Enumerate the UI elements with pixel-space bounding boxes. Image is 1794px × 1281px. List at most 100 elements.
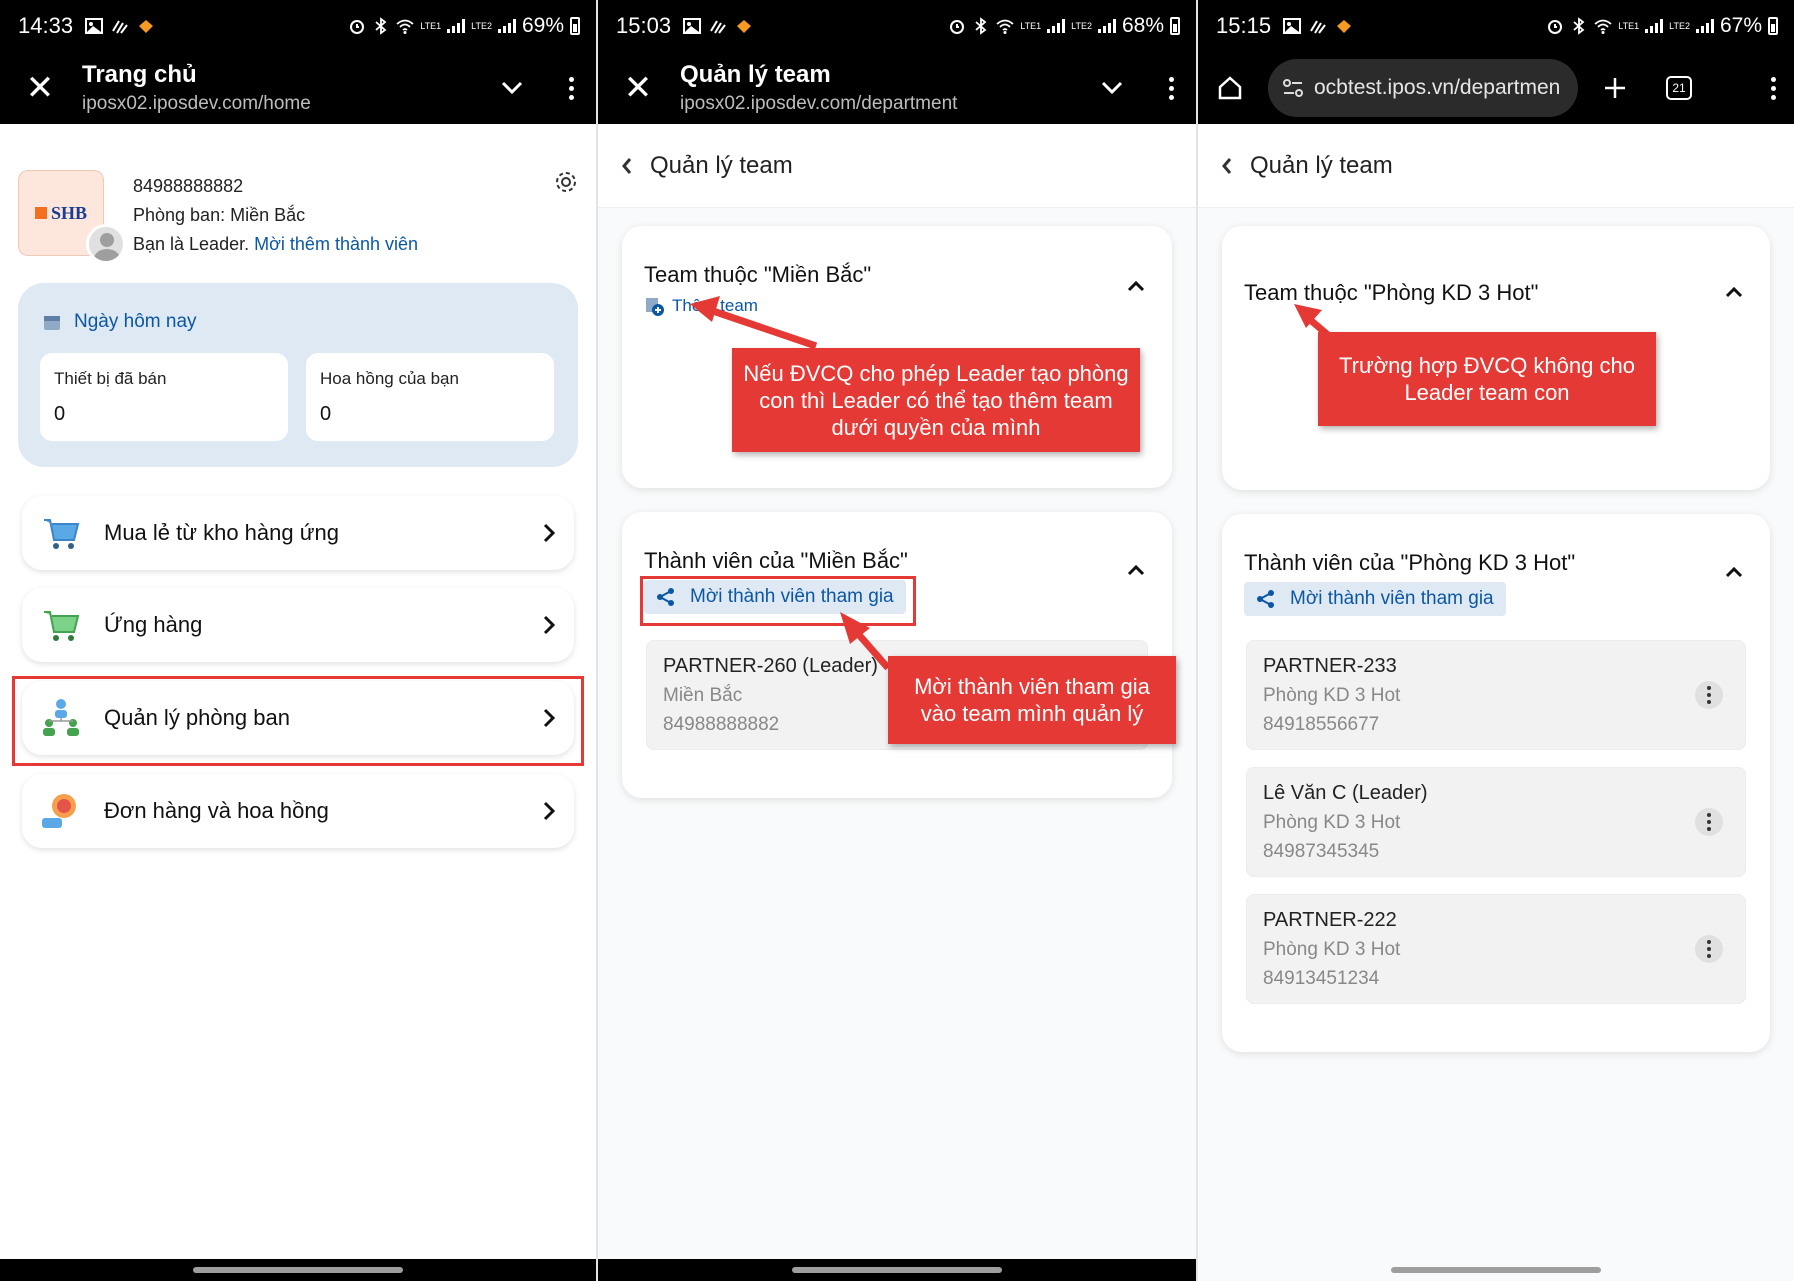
member-options-icon[interactable]	[1695, 681, 1723, 709]
page-header: Quản lý team	[1198, 124, 1794, 208]
nfc-icon	[710, 20, 726, 34]
profile-header: SHB 84988888882 Phòng ban: Miền Bắc Bạn …	[18, 170, 578, 270]
appbar-url: iposx02.iposdev.com/home	[82, 93, 311, 114]
app-notification-icon	[737, 20, 752, 33]
battery-percent: 68%	[1121, 14, 1164, 37]
member-dept: Phòng KD 3 Hot	[1263, 939, 1401, 960]
page-title: Quản lý team	[1250, 151, 1393, 179]
add-team-button[interactable]: Thêm team	[644, 296, 758, 316]
more-menu-icon[interactable]	[1169, 76, 1174, 100]
member-dept: Miền Bắc	[663, 685, 743, 706]
role-text: Bạn là Leader.	[133, 234, 250, 254]
webapp-bar: ✕ Quản lý team iposx02.iposdev.com/depar…	[598, 52, 1196, 124]
new-tab-icon[interactable]	[1602, 75, 1628, 101]
avatar[interactable]	[86, 224, 126, 264]
status-time: 14:33	[18, 13, 74, 38]
gesture-bar	[1198, 1259, 1794, 1281]
lte1-label: LTE1	[1618, 20, 1640, 31]
share-icon	[1257, 590, 1274, 608]
stat-label: Thiết bị đã bán	[54, 369, 167, 388]
tab-switcher-button[interactable]: 21	[1666, 76, 1692, 100]
more-menu-icon[interactable]	[1771, 76, 1776, 100]
member-name: PARTNER-222	[1263, 909, 1397, 931]
member-phone: 84988888882	[663, 714, 780, 735]
add-team-icon	[646, 298, 664, 316]
signal-icon	[447, 19, 466, 33]
members-card-title: Thành viên của "Miền Bắc"	[644, 548, 908, 573]
back-icon[interactable]	[620, 156, 634, 176]
team-management-screen: 15:03 LTE1 LTE2 68% ✕ Quản lý team iposx…	[598, 0, 1196, 1281]
chevron-up-icon[interactable]	[1724, 282, 1744, 302]
callout-add-team: Nếu ĐVCQ cho phép Leader tạo phòng con t…	[732, 348, 1140, 452]
wifi-icon	[1594, 19, 1612, 34]
member-name: PARTNER-260 (Leader)	[663, 655, 878, 677]
appbar-title: Quản lý team	[680, 61, 831, 88]
bluetooth-icon	[975, 17, 987, 35]
members-card: Thành viên của "Phòng KD 3 Hot" Mời thàn…	[1222, 514, 1770, 1052]
bluetooth-icon	[375, 17, 387, 35]
nfc-icon	[112, 20, 128, 34]
menu-label: Ứng hàng	[104, 612, 203, 637]
back-icon[interactable]	[1220, 156, 1234, 176]
bluetooth-icon	[1573, 17, 1585, 35]
gallery-icon	[85, 18, 104, 34]
invite-label: Mời thành viên tham gia	[1290, 588, 1494, 609]
stat-commission: Hoa hồng của bạn 0	[306, 353, 554, 441]
signal-icon	[1097, 19, 1116, 33]
menu-advance-goods[interactable]: Ứng hàng	[22, 588, 574, 662]
menu-orders-commission[interactable]: Đơn hàng và hoa hồng	[22, 774, 574, 848]
member-options-icon[interactable]	[1695, 808, 1723, 836]
home-icon[interactable]	[1216, 74, 1244, 102]
nfc-icon	[1310, 20, 1326, 34]
commission-icon	[42, 794, 76, 828]
page-title: Quản lý team	[650, 151, 793, 179]
alarm-icon	[950, 20, 965, 34]
appbar-url: iposx02.iposdev.com/department	[680, 93, 958, 114]
cart-icon	[44, 519, 80, 549]
address-bar[interactable]: ocbtest.ipos.vn/departmen	[1268, 59, 1578, 117]
alarm-icon	[350, 20, 365, 34]
battery-percent: 67%	[1719, 14, 1762, 37]
lte1-label: LTE1	[420, 20, 442, 31]
member-dept: Phòng KD 3 Hot	[1263, 685, 1401, 706]
member-row[interactable]: PARTNER-233 Phòng KD 3 Hot 84918556677	[1246, 640, 1746, 750]
gear-icon[interactable]	[554, 170, 578, 194]
status-bar: 15:03 LTE1 LTE2 68%	[598, 0, 1196, 52]
battery-percent: 69%	[521, 14, 564, 37]
member-row[interactable]: Lê Văn C (Leader) Phòng KD 3 Hot 8498734…	[1246, 767, 1746, 877]
highlight-box	[12, 676, 584, 766]
close-icon[interactable]: ✕	[620, 71, 656, 105]
member-options-icon[interactable]	[1695, 935, 1723, 963]
lte2-label: LTE2	[471, 20, 492, 31]
wifi-icon	[396, 19, 414, 34]
callout-invite: Mời thành viên tham gia vào team mình qu…	[888, 656, 1176, 744]
members-card-title: Thành viên của "Phòng KD 3 Hot"	[1244, 550, 1576, 575]
menu-retail-purchase[interactable]: Mua lẻ từ kho hàng ứng	[22, 496, 574, 570]
alarm-icon	[1548, 20, 1563, 34]
stat-value: 0	[54, 403, 66, 425]
site-settings-icon[interactable]	[1282, 78, 1304, 98]
close-icon[interactable]: ✕	[22, 71, 58, 105]
chevron-up-icon[interactable]	[1126, 276, 1146, 296]
chevron-down-icon[interactable]	[1101, 81, 1123, 95]
member-phone: 84987345345	[1263, 841, 1380, 862]
menu-label: Mua lẻ từ kho hàng ứng	[104, 520, 339, 545]
more-menu-icon[interactable]	[569, 76, 574, 100]
signal-icon	[1047, 19, 1066, 33]
signal-icon	[1645, 19, 1664, 33]
chevron-down-icon[interactable]	[501, 81, 523, 95]
team-card-title: Team thuộc "Miền Bắc"	[644, 262, 872, 287]
gesture-bar	[0, 1259, 596, 1281]
invite-member-button[interactable]: Mời thành viên tham gia	[1244, 582, 1506, 616]
chevron-right-icon	[543, 523, 556, 543]
battery-icon	[1170, 17, 1180, 35]
member-name: PARTNER-233	[1263, 655, 1397, 677]
invite-member-link[interactable]: Mời thêm thành viên	[254, 234, 418, 254]
member-row[interactable]: PARTNER-222 Phòng KD 3 Hot 84913451234	[1246, 894, 1746, 1004]
chevron-up-icon[interactable]	[1126, 560, 1146, 580]
chevron-up-icon[interactable]	[1724, 562, 1744, 582]
member-dept: Phòng KD 3 Hot	[1263, 812, 1401, 833]
member-phone: 84918556677	[1263, 714, 1380, 735]
status-bar: 14:33 LTE1 LTE2 69%	[0, 0, 596, 52]
app-notification-icon	[1337, 20, 1352, 33]
